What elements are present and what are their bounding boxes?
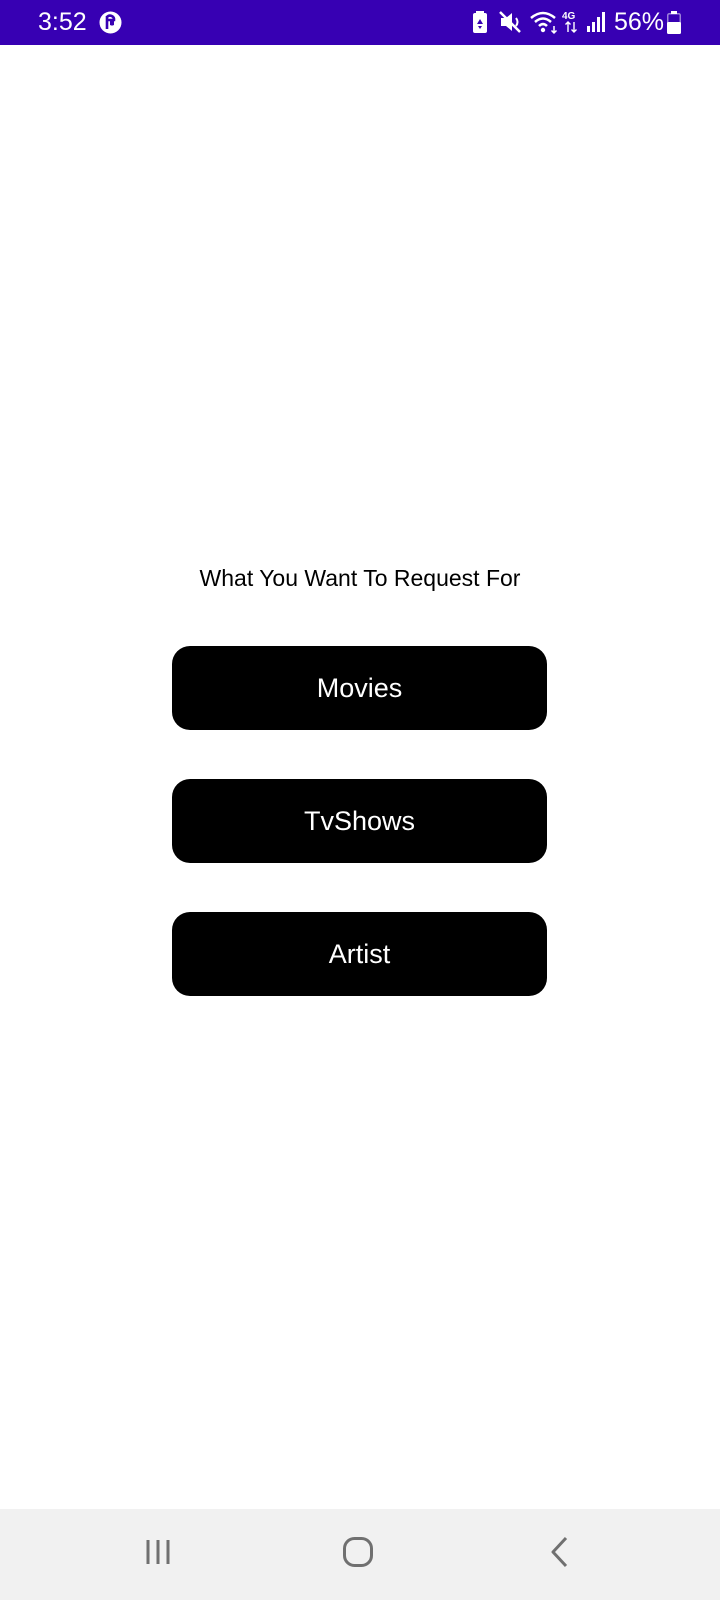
request-prompt: What You Want To Request For — [199, 565, 521, 591]
battery-icon — [667, 11, 681, 39]
home-button[interactable] — [298, 1509, 418, 1600]
home-icon — [342, 1536, 374, 1573]
battery-saver-icon — [472, 11, 488, 38]
artist-button[interactable]: Artist — [172, 912, 547, 996]
tvshows-button[interactable]: TvShows — [172, 779, 547, 863]
back-button[interactable] — [500, 1509, 620, 1600]
movies-button[interactable]: Movies — [172, 646, 547, 730]
back-icon — [549, 1536, 571, 1573]
recents-icon — [143, 1537, 173, 1572]
status-bar: 3:52 4G 56% — [0, 0, 720, 45]
4g-icon: 4G — [562, 10, 580, 39]
recents-button[interactable] — [98, 1509, 218, 1600]
pinwheel-icon — [99, 11, 122, 34]
status-time: 3:52 — [38, 8, 87, 36]
svg-text:4G: 4G — [562, 11, 576, 22]
navigation-bar — [0, 1509, 720, 1600]
signal-icon — [586, 11, 608, 38]
wifi-icon — [529, 9, 559, 40]
mute-icon — [498, 10, 524, 39]
battery-percent: 56% — [614, 8, 665, 36]
